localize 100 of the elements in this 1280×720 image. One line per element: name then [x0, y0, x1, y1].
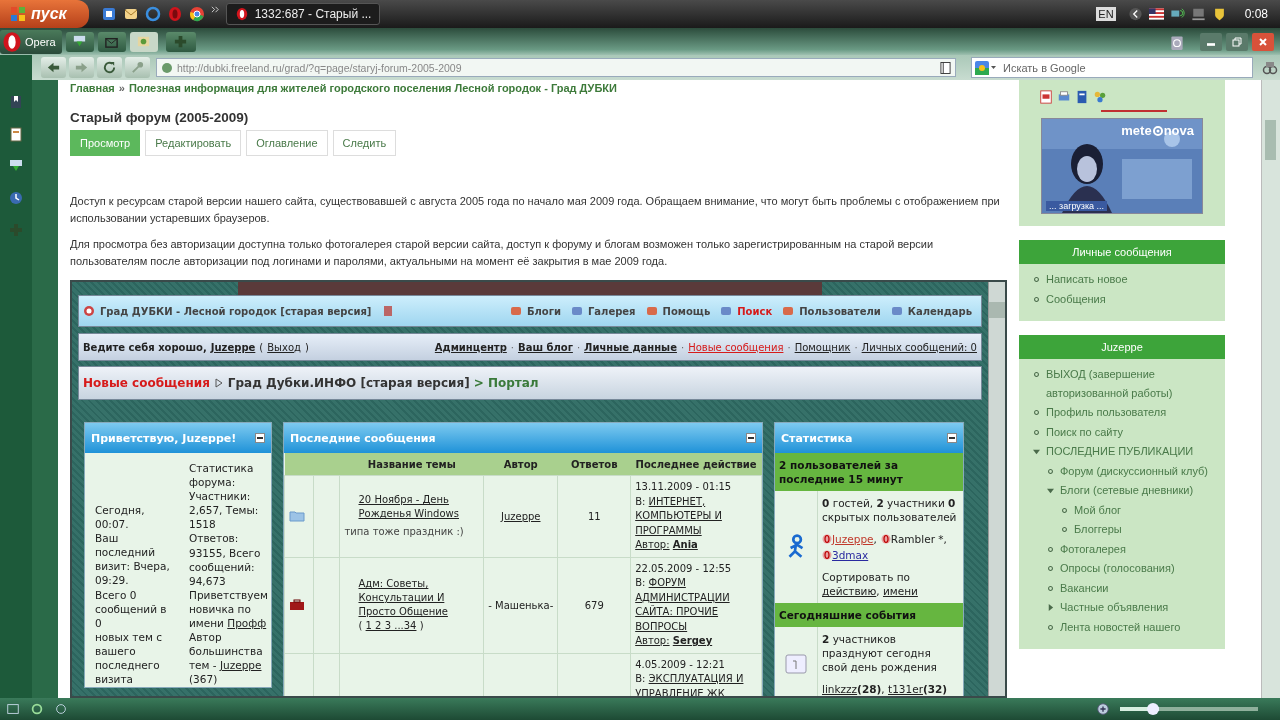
search-field[interactable]: Искать в Google [971, 57, 1253, 78]
zoom-icon[interactable] [1096, 702, 1110, 716]
sidebar-link[interactable]: Форум (дискуссионный клуб) [1060, 461, 1208, 480]
tab[interactable]: Следить [332, 130, 397, 156]
monitor-icon[interactable] [1190, 7, 1206, 21]
forum-link-text[interactable]: В: ФОРУМ АДМИНИСТРАЦИИ САЙТА: ПРОЧИЕ ВОПРОСЫ [635, 576, 757, 634]
scrollbar[interactable] [1261, 80, 1280, 698]
user-menu-link[interactable]: Новые сообщения [688, 341, 784, 353]
chrome-icon[interactable] [188, 6, 205, 22]
forum-nav-link[interactable]: Блоги [526, 305, 561, 317]
mail-icon[interactable] [122, 6, 139, 22]
user-menu-link[interactable]: Админцентр [434, 341, 507, 353]
app-icon[interactable] [100, 6, 117, 22]
sidebar-link[interactable]: Профиль пользователя [1046, 403, 1167, 422]
language-indicator[interactable]: EN [1096, 7, 1116, 21]
forum-title-link[interactable]: Град ДУБКИ - Лесной городок [старая версия] [100, 305, 372, 317]
panel-icon[interactable] [6, 702, 20, 716]
bookmark-icon[interactable] [8, 94, 24, 110]
breadcrumb-link[interactable]: Главная [70, 82, 115, 94]
forum-link-text[interactable]: В: ИНТЕРНЕТ, КОМПЬЮТЕРЫ И ПРОГРАММЫ [635, 494, 757, 538]
forum-nav-link[interactable]: Календарь [907, 305, 972, 317]
browser-icon[interactable] [144, 6, 161, 22]
search-engine-icon[interactable] [974, 59, 998, 76]
document-icon[interactable] [1075, 90, 1089, 104]
notes-button[interactable] [129, 31, 158, 52]
download-button[interactable] [65, 31, 94, 52]
search-icon[interactable] [1262, 59, 1278, 76]
breadcrumb-link[interactable]: Новые сообщения [83, 376, 210, 390]
page-links[interactable]: ( 1 2 3 ...34 ) [344, 619, 480, 633]
last-author[interactable]: Автор: Ania [635, 538, 757, 553]
opera-icon[interactable] [166, 6, 183, 22]
new-tab-button[interactable] [165, 31, 196, 52]
user-menu-link[interactable]: Помощник [794, 341, 851, 353]
print-icon[interactable] [1057, 90, 1071, 104]
expanded-arrow-icon[interactable] [1047, 487, 1054, 494]
forum-nav-link[interactable]: Помощь [662, 305, 711, 317]
collapse-icon[interactable] [947, 433, 957, 443]
user-menu-link[interactable]: Личных сообщений: 0 [861, 341, 977, 353]
sidebar-link[interactable]: Фотогалерея [1060, 539, 1126, 558]
user-link[interactable]: Juzeppe [210, 341, 256, 353]
tab[interactable]: Редактировать [145, 130, 242, 156]
user-link[interactable]: Профф [227, 617, 267, 630]
collapse-icon[interactable] [746, 433, 756, 443]
forum-link-text[interactable]: В: ЭКСПЛУАТАЦИЯ И УПРАВЛЕНИЕ ЖК [635, 672, 757, 696]
sidebar-link[interactable]: Сообщения [1046, 289, 1106, 308]
sidebar-link[interactable]: ПОСЛЕДНИЕ ПУБЛИКАЦИИ [1046, 442, 1194, 461]
reload-button[interactable] [97, 57, 122, 78]
page-icon[interactable] [940, 60, 951, 75]
birthday-user[interactable]: linkzzz [822, 683, 858, 695]
topic-link[interactable]: 20 Ноября - День Рожденья Windows [344, 493, 480, 522]
sort-link[interactable]: имени [883, 585, 918, 597]
speed-icon[interactable] [54, 702, 68, 716]
author-name[interactable]: Juzeppe [500, 510, 541, 522]
logout-link[interactable]: Выход [267, 341, 301, 353]
back-button[interactable] [41, 57, 66, 78]
user-link[interactable]: Juzeppe [219, 659, 262, 672]
minimize-button[interactable] [1200, 32, 1222, 51]
people-icon[interactable] [1093, 90, 1107, 104]
collapse-icon[interactable] [255, 433, 265, 443]
mail-button[interactable] [97, 31, 126, 52]
user-menu-link[interactable]: Ваш блог [518, 341, 573, 353]
online-user[interactable]: 3dmax [832, 548, 869, 562]
network-icon[interactable] [1169, 7, 1185, 21]
forum-nav-link[interactable]: Галерея [587, 305, 636, 317]
sidebar-link[interactable]: Блоги (сетевые дневники) [1060, 481, 1194, 500]
sync-icon[interactable] [30, 702, 44, 716]
pdf-icon[interactable] [1039, 90, 1053, 104]
sidebar-link[interactable]: Частные объявления [1060, 598, 1169, 617]
taskbar-window-button[interactable]: 1332:687 - Старый ... [225, 3, 381, 25]
topic-link[interactable]: Адм: Советы, Консультации И Просто Общение [344, 577, 480, 619]
scrollbar[interactable] [988, 282, 1005, 696]
expanded-arrow-icon[interactable] [1033, 448, 1040, 455]
opera-menu-button[interactable]: Opera [0, 29, 62, 54]
sidebar-link[interactable]: Вакансии [1060, 578, 1109, 597]
breadcrumb-link[interactable]: Град Дубки.ИНФО [старая версия] [227, 376, 470, 390]
sidebar-link[interactable]: Опросы (голосования) [1060, 559, 1175, 578]
history-icon[interactable] [8, 190, 24, 206]
restore-button[interactable] [1226, 32, 1248, 51]
weather-widget[interactable]: mete nova ... загрузка ... [1041, 118, 1203, 214]
collapsed-arrow-icon[interactable] [1047, 604, 1054, 611]
online-user[interactable]: Juzeppe [832, 532, 874, 546]
start-button[interactable]: пуск [0, 0, 89, 28]
sidebar-link[interactable]: Написать новое [1046, 270, 1128, 289]
sidebar-link[interactable]: Мой блог [1074, 500, 1122, 519]
birthday-user[interactable]: t131er [888, 683, 923, 695]
notes-icon[interactable] [8, 126, 24, 142]
breadcrumb-link[interactable]: Полезная информация для жителей городского поселения Лесной городок - Град ДУБКИ [128, 82, 617, 94]
user-menu-link[interactable]: Личные данные [584, 341, 677, 353]
sidebar-link[interactable]: Лента новостей нашего [1060, 617, 1181, 636]
last-author[interactable]: Автор: Sergey [635, 634, 757, 649]
forum-nav-link[interactable]: Пользователи [799, 305, 881, 317]
online-user[interactable]: Rambler *, [890, 532, 947, 546]
tab[interactable]: Оглавление [246, 130, 328, 156]
sidebar-link[interactable]: ВЫХОД (завершение авторизованной работы) [1046, 365, 1217, 402]
flag-icon[interactable] [1148, 7, 1164, 21]
sidebar-link[interactable]: Поиск по сайту [1046, 422, 1124, 441]
more-icon[interactable] [210, 4, 220, 14]
sidebar-link[interactable]: Блоггеры [1074, 520, 1122, 539]
forum-nav-link[interactable]: Поиск [737, 305, 773, 317]
close-button[interactable] [1252, 32, 1274, 51]
